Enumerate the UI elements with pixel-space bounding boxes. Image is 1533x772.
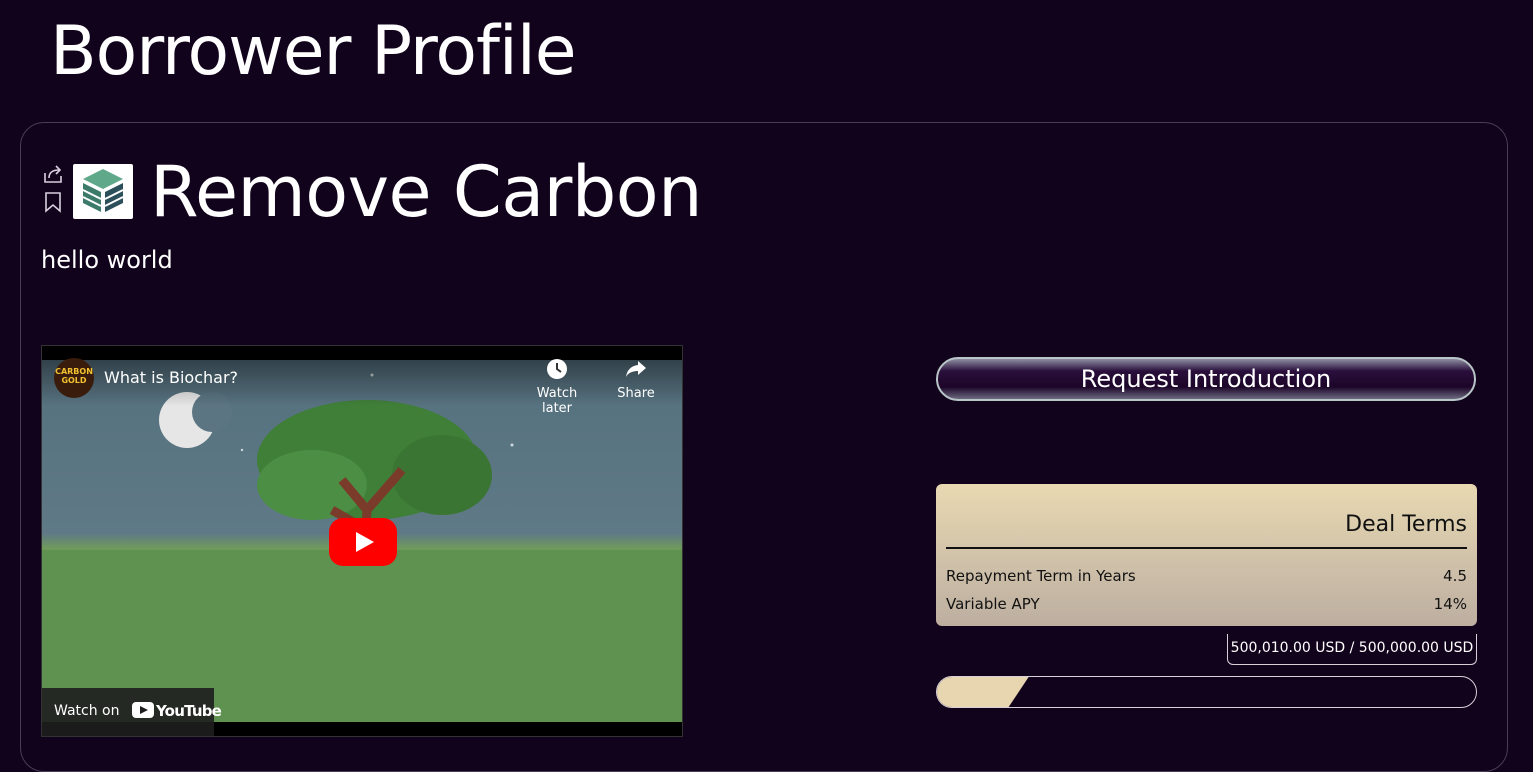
- watch-later-button[interactable]: Watch later: [520, 358, 594, 416]
- watch-on-label: Watch on: [54, 703, 120, 719]
- request-introduction-button[interactable]: Request Introduction: [936, 357, 1476, 401]
- video-share-button[interactable]: Share: [606, 358, 666, 401]
- video-title[interactable]: What is Biochar?: [104, 368, 238, 387]
- deal-term-row: Variable APY 14%: [946, 595, 1467, 615]
- deal-term-row: Repayment Term in Years 4.5: [946, 567, 1467, 587]
- borrower-actions: [42, 164, 64, 216]
- play-button[interactable]: [329, 518, 397, 566]
- watch-on-youtube-button[interactable]: Watch on YouTube: [42, 688, 222, 736]
- youtube-icon: [132, 702, 154, 718]
- share-arrow-icon: [626, 361, 646, 377]
- funding-progress-bar: [936, 676, 1477, 708]
- funding-amount: 500,010.00 USD / 500,000.00 USD: [1227, 634, 1477, 665]
- deal-terms-title: Deal Terms: [1345, 512, 1467, 537]
- bookmark-icon[interactable]: [44, 191, 62, 213]
- deal-term-value: 4.5: [1443, 567, 1467, 585]
- share-icon[interactable]: [42, 164, 64, 184]
- watch-later-label: Watch later: [536, 386, 578, 416]
- youtube-wordmark: YouTube: [156, 702, 222, 720]
- funding-progress-fill: [937, 677, 1029, 707]
- channel-avatar[interactable]: CARBON GOLD: [54, 358, 94, 398]
- video-embed[interactable]: CARBON GOLD What is Biochar? Watch later…: [41, 345, 683, 737]
- deal-terms-divider: [946, 547, 1467, 549]
- video-share-label: Share: [617, 386, 655, 401]
- company-name: Remove Carbon: [150, 151, 703, 233]
- deal-term-label: Repayment Term in Years: [946, 567, 1136, 585]
- cube-logo-icon: [82, 169, 124, 212]
- deal-term-value: 14%: [1433, 595, 1467, 613]
- company-tagline: hello world: [41, 246, 173, 274]
- company-logo: [73, 164, 133, 219]
- deal-terms-card: Deal Terms Repayment Term in Years 4.5 V…: [936, 484, 1477, 626]
- deal-term-label: Variable APY: [946, 595, 1040, 613]
- page-title: Borrower Profile: [50, 12, 577, 91]
- clock-icon: [547, 359, 567, 379]
